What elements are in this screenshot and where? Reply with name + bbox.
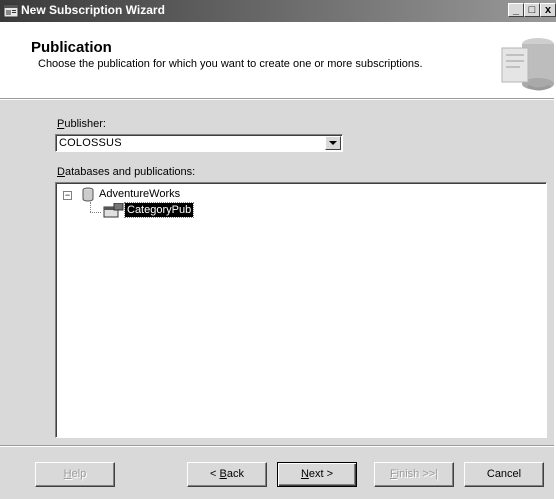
wizard-header: Publication Choose the publication for w… — [0, 22, 556, 99]
help-button[interactable]: Help — [35, 462, 115, 487]
collapse-toggle-icon[interactable]: − — [63, 191, 72, 200]
minimize-button[interactable]: _ — [508, 3, 524, 17]
window-title: New Subscription Wizard — [21, 3, 165, 17]
publication-tree[interactable]: − AdventureWorks CategoryPub — [55, 182, 547, 438]
publication-graphic-icon — [501, 38, 554, 91]
title-bar[interactable]: New Subscription Wizard _ □ x — [0, 0, 556, 22]
dropdown-arrow-button[interactable] — [325, 136, 341, 150]
wizard-app-icon — [3, 4, 19, 18]
publisher-value: COLOSSUS — [59, 137, 122, 149]
back-button[interactable]: < Back — [187, 462, 267, 487]
publisher-label: Publisher: — [57, 118, 106, 130]
databases-label: Databases and publications: — [57, 166, 196, 178]
footer-divider-highlight — [0, 446, 556, 447]
tree-connector — [90, 212, 101, 213]
tree-item-publication[interactable]: CategoryPub — [123, 202, 195, 218]
header-divider — [0, 99, 556, 100]
database-icon — [82, 187, 94, 202]
publication-icon — [103, 203, 124, 218]
chevron-down-icon — [329, 141, 337, 145]
close-button[interactable]: x — [540, 3, 556, 17]
publisher-dropdown[interactable]: COLOSSUS — [55, 134, 343, 152]
page-subtitle: Choose the publication for which you wan… — [38, 58, 423, 70]
maximize-button[interactable]: □ — [524, 3, 540, 17]
next-button[interactable]: Next > — [277, 462, 357, 487]
page-title: Publication — [31, 39, 112, 56]
finish-button[interactable]: Finish >>| — [374, 462, 454, 487]
tree-connector — [90, 202, 91, 212]
wizard-window: New Subscription Wizard _ □ x Publicatio… — [0, 0, 556, 499]
cancel-button[interactable]: Cancel — [464, 462, 544, 487]
tree-item-database[interactable]: AdventureWorks — [99, 188, 180, 200]
